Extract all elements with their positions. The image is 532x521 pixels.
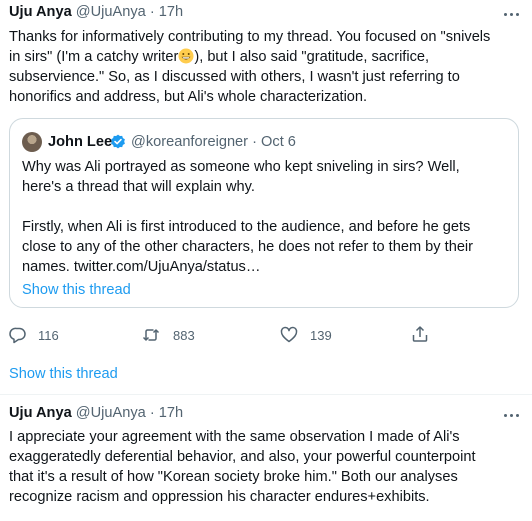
tweet-text-segment: in sirs" (I'm a catchy writer [9,49,179,65]
more-dot-icon [515,413,519,417]
more-dot-icon [503,12,507,16]
separator-dot: · [149,405,155,421]
tweet-text-line: exaggeratedly deferential behavior, and … [9,449,476,465]
tweet-body: Thanks for informatively contributing to… [9,27,490,107]
author-name[interactable]: Uju Anya [9,4,72,20]
quoted-tweet-meta: @koreanforeigner · Oct 6 [131,132,296,152]
tweet-time[interactable]: 17h [159,4,183,20]
quoted-show-thread-link[interactable]: Show this thread [22,280,131,300]
tweet-text-line: I appreciate your agreement with the sam… [9,429,460,445]
tweet-text-segment: ), but I also said "gratitude, sacrifice… [194,49,430,65]
tweet-header: Uju Anya @UjuAnya · 17h [9,2,183,22]
quoted-text-line: close to any of the other characters, he… [22,239,474,255]
grinning-face-emoji-icon [178,48,194,64]
quoted-tweet-time[interactable]: Oct 6 [261,134,296,150]
quoted-tweet-body: Why was Ali portrayed as someone who kep… [22,157,473,277]
more-options-button[interactable] [496,4,526,24]
reply-icon[interactable] [8,325,28,345]
tweet-header: Uju Anya @UjuAnya · 17h [9,403,183,423]
author-handle[interactable]: @UjuAnya [76,405,146,421]
quoted-text-line: here's a thread that will explain why. [22,179,255,195]
more-options-button[interactable] [496,405,526,425]
tweet-body: I appreciate your agreement with the sam… [9,427,476,507]
like-icon[interactable] [279,325,299,345]
author-name[interactable]: Uju Anya [9,405,72,421]
tweet-text-line: recognize racism and oppression his char… [9,489,430,505]
tweet-text-line: Thanks for informatively contributing to… [9,29,491,45]
show-thread-link[interactable]: Show this thread [9,364,118,384]
tweet-text-line: honorifics and address, but Ali's whole … [9,89,368,105]
more-dot-icon [509,12,513,16]
verified-badge-icon [111,134,125,149]
quoted-tweet-header: John Lee [48,132,112,152]
tweet-time[interactable]: 17h [159,405,183,421]
tweet-divider [0,394,532,395]
avatar[interactable] [22,132,42,152]
tweet-text-line: subservience." So, as I discussed with o… [9,69,460,85]
share-icon[interactable] [410,324,430,344]
retweet-count: 883 [173,328,195,343]
author-handle[interactable]: @UjuAnya [76,4,146,20]
separator-dot: · [252,134,257,150]
more-dot-icon [503,413,507,417]
retweet-icon[interactable] [141,325,161,345]
tweet-text-line: in sirs" (I'm a catchy writer ), but I a… [9,47,490,67]
more-dot-icon [515,12,519,16]
more-dot-icon [509,413,513,417]
tweet-text-line: that it's a result of how "Korean societ… [9,469,458,485]
quoted-author-name[interactable]: John Lee [48,134,112,150]
separator-dot: · [149,4,155,20]
quoted-text-line: Why was Ali portrayed as someone who kep… [22,159,460,175]
quoted-author-handle[interactable]: @koreanforeigner [131,134,248,150]
quoted-text-line: Firstly, when Ali is first introduced to… [22,219,471,235]
quoted-text-line: names. twitter.com/UjuAnya/status… [22,259,261,275]
reply-count: 116 [38,328,59,343]
like-count: 139 [310,328,332,343]
